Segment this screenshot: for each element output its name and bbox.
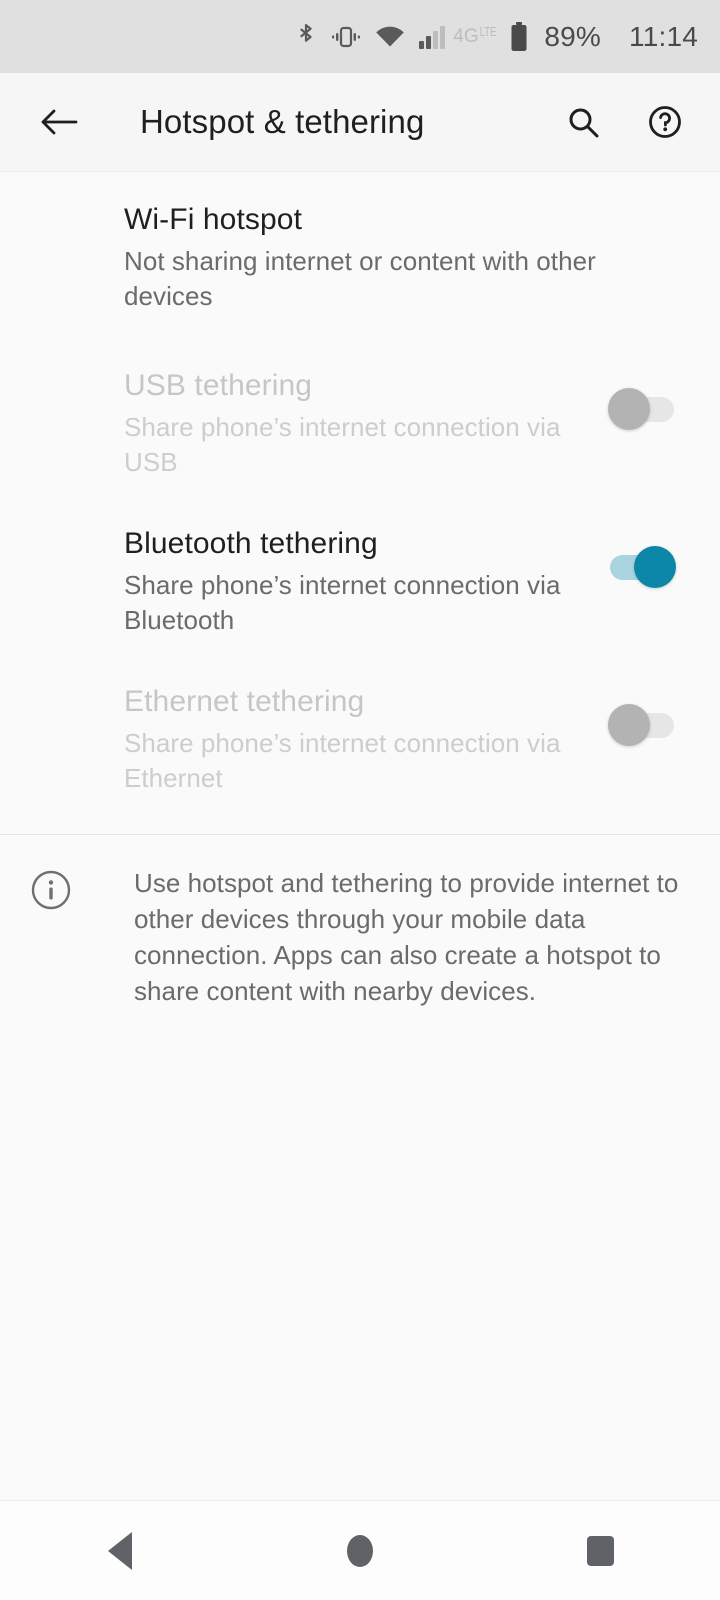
setting-row-wifi-hotspot[interactable]: Wi-Fi hotspot Not sharing internet or co…	[0, 186, 720, 344]
info-icon	[30, 869, 72, 916]
home-circle-icon	[347, 1534, 373, 1567]
toggle-thumb	[608, 704, 650, 746]
nav-recents-button[interactable]	[540, 1501, 660, 1600]
cellular-signal-icon	[419, 25, 446, 49]
content-filler	[0, 1009, 720, 1500]
setting-summary: Share phone’s internet connection via Et…	[124, 728, 561, 793]
toggle-thumb	[608, 388, 650, 430]
phone-screen: 4G LTE 89% 11:14 Hotspot & tethering Wi-…	[0, 0, 720, 1600]
row-texts: Wi-Fi hotspot Not sharing internet or co…	[124, 200, 692, 314]
search-icon[interactable]	[554, 93, 612, 151]
system-navigation-bar	[0, 1500, 720, 1600]
vibrate-icon	[331, 25, 361, 49]
back-triangle-icon	[108, 1531, 132, 1570]
row-texts: USB tethering Share phone’s internet con…	[124, 366, 608, 480]
status-bar: 4G LTE 89% 11:14	[0, 0, 720, 73]
footer-note: Use hotspot and tethering to provide int…	[0, 835, 720, 1009]
setting-title: Bluetooth tethering	[124, 527, 378, 560]
toggle-thumb	[634, 546, 676, 588]
setting-summary: Share phone’s internet connection via US…	[124, 412, 561, 477]
setting-summary: Share phone’s internet connection via Bl…	[124, 570, 561, 635]
recents-square-icon	[586, 1535, 614, 1566]
setting-title: Wi-Fi hotspot	[124, 203, 303, 236]
setting-row-usb-tethering[interactable]: USB tethering Share phone’s internet con…	[0, 344, 720, 502]
row-texts: Ethernet tethering Share phone’s interne…	[124, 682, 608, 796]
setting-row-ethernet-tethering[interactable]: Ethernet tethering Share phone’s interne…	[0, 660, 720, 818]
network-type-sub-label: LTE	[479, 25, 497, 40]
row-texts: Bluetooth tethering Share phone’s intern…	[124, 524, 608, 638]
setting-summary: Not sharing internet or content with oth…	[124, 246, 596, 311]
battery-icon	[510, 21, 528, 52]
network-type-indicator: 4G LTE	[453, 25, 497, 47]
nav-home-button[interactable]	[300, 1501, 420, 1600]
help-icon[interactable]	[636, 93, 694, 151]
ethernet-tethering-toggle[interactable]	[608, 704, 676, 746]
back-arrow-icon[interactable]	[30, 93, 88, 151]
page-title: Hotspot & tethering	[140, 103, 425, 140]
settings-list: Wi-Fi hotspot Not sharing internet or co…	[0, 172, 720, 818]
app-bar: Hotspot & tethering	[0, 73, 720, 172]
bluetooth-icon	[295, 23, 317, 51]
setting-row-bluetooth-tethering[interactable]: Bluetooth tethering Share phone’s intern…	[0, 502, 720, 660]
battery-percent-label: 89%	[544, 20, 601, 52]
setting-title: Ethernet tethering	[124, 685, 365, 718]
footer-note-text: Use hotspot and tethering to provide int…	[134, 868, 679, 1006]
usb-tethering-toggle[interactable]	[608, 388, 676, 430]
setting-title: USB tethering	[124, 369, 313, 402]
wifi-icon	[375, 25, 405, 49]
status-bar-clock: 11:14	[629, 20, 698, 52]
status-bar-icons: 4G LTE 89% 11:14	[295, 20, 698, 52]
bluetooth-tethering-toggle[interactable]	[608, 546, 676, 588]
nav-back-button[interactable]	[60, 1501, 180, 1600]
network-type-label: 4G	[453, 26, 479, 47]
